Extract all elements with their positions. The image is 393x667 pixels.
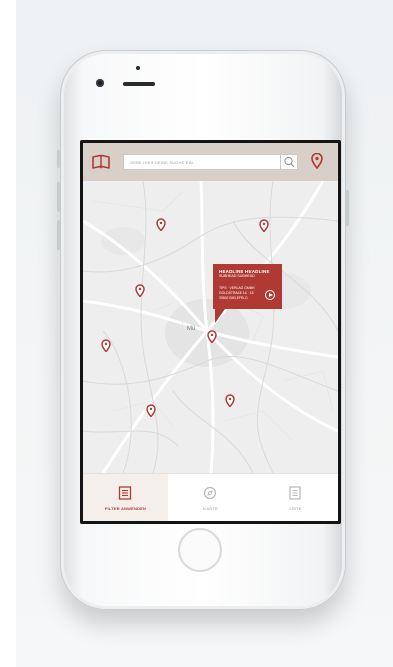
front-camera	[96, 79, 104, 87]
arrow-right-circle-icon[interactable]	[265, 290, 275, 300]
earpiece-speaker	[123, 82, 155, 86]
map-pin-icon[interactable]	[311, 153, 323, 169]
map-pin-1[interactable]	[156, 218, 166, 231]
map-pin-2[interactable]	[259, 219, 269, 232]
bottom-tab-bar: FILTER ANWENDEN KARTE LISTE	[83, 473, 338, 521]
callout-address-line-2: GOLDSTRAßE 16 · 18	[219, 291, 254, 295]
filter-list-icon	[118, 486, 132, 500]
tab-map[interactable]: KARTE	[168, 474, 253, 521]
volume-up-button	[57, 182, 60, 212]
tab-list-label: LISTE	[289, 506, 302, 511]
volume-down-button	[57, 220, 60, 250]
callout-subhead: SUBHEAD SUBHEAD	[219, 274, 255, 278]
map-pin-selected[interactable]	[207, 330, 217, 343]
search-button[interactable]	[280, 155, 297, 169]
map-view[interactable]: Mü HEADLINE HEADLINE SUBHEAD SUBHEAD TIP…	[83, 181, 338, 473]
map-pin-3[interactable]	[135, 284, 145, 297]
tab-filter[interactable]: FILTER ANWENDEN	[83, 474, 168, 521]
power-button	[346, 190, 349, 226]
search-bar	[123, 154, 298, 170]
compass-icon	[203, 486, 217, 500]
proximity-sensor	[136, 66, 140, 70]
app-screen: Mü HEADLINE HEADLINE SUBHEAD SUBHEAD TIP…	[80, 140, 341, 524]
home-button[interactable]	[178, 528, 222, 572]
city-label: Mü	[187, 326, 196, 332]
mute-switch	[57, 150, 60, 168]
callout-address-line-3: 33602 BIELEFELD	[219, 296, 248, 300]
map-pin-5[interactable]	[146, 404, 156, 417]
search-input[interactable]	[124, 155, 285, 169]
tab-list[interactable]: LISTE	[253, 474, 338, 521]
map-pin-6[interactable]	[225, 394, 235, 407]
map-roads	[83, 181, 338, 473]
map-pin-4[interactable]	[101, 339, 111, 352]
search-icon	[284, 156, 295, 167]
list-icon	[289, 486, 301, 500]
location-callout[interactable]: HEADLINE HEADLINE SUBHEAD SUBHEAD TIPS ·…	[213, 264, 282, 323]
book-icon[interactable]	[92, 154, 110, 170]
tab-filter-label: FILTER ANWENDEN	[104, 506, 147, 511]
callout-address-line-1: TIPS · VERLAG GMBH	[219, 286, 255, 290]
top-bar	[83, 143, 338, 181]
tab-map-label: KARTE	[203, 506, 218, 511]
